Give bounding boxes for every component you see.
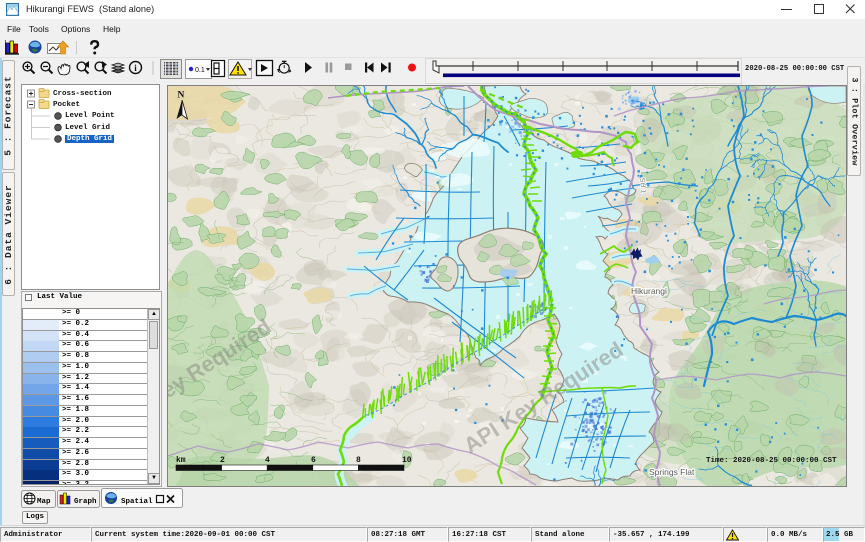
svg-text:8: 8 [356, 456, 361, 465]
svg-text:Map: Map [37, 498, 51, 506]
svg-text:km: km [176, 456, 186, 465]
svg-text:2: 2 [220, 456, 225, 465]
svg-text:10: 10 [402, 456, 412, 465]
svg-text:i: i [134, 63, 137, 73]
svg-text:Spatial: Spatial [121, 498, 153, 506]
svg-text:Graph: Graph [74, 498, 97, 506]
svg-text:6: 6 [311, 456, 316, 465]
svg-text:Time: 2020-08-25 00:00:00 CST: Time: 2020-08-25 00:00:00 CST [706, 457, 837, 465]
svg-text:N: N [178, 91, 185, 101]
svg-text:Hikurangi: Hikurangi [631, 286, 667, 296]
svg-text:0.1: 0.1 [195, 67, 205, 74]
svg-text:4: 4 [265, 456, 270, 465]
svg-text:Springs Flat: Springs Flat [649, 467, 695, 477]
